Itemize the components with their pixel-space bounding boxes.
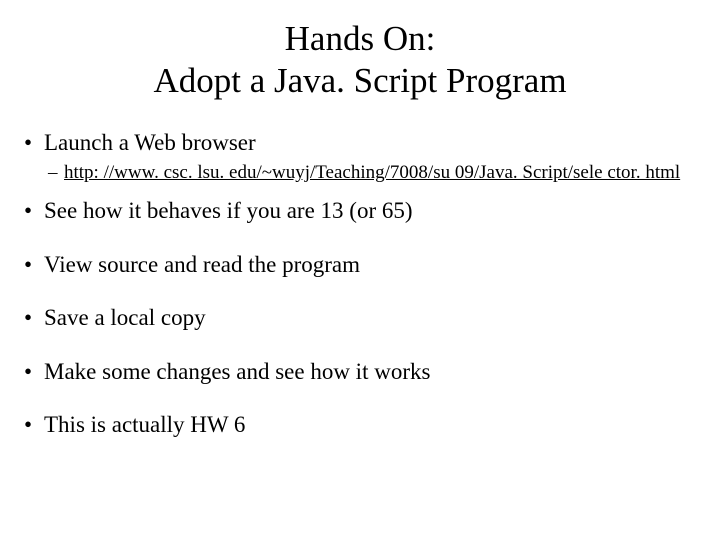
- bullet-text: Save a local copy: [44, 305, 206, 330]
- bullet-text: Launch a Web browser: [44, 130, 256, 155]
- title-line-1: Hands On:: [285, 19, 436, 58]
- bullet-make-changes: Make some changes and see how it works: [24, 359, 700, 385]
- bullet-text: View source and read the program: [44, 252, 360, 277]
- sub-bullet-url: http: //www. csc. lsu. edu/~wuyj/Teachin…: [48, 162, 700, 184]
- bullet-behaves: See how it behaves if you are 13 (or 65): [24, 198, 700, 224]
- bullet-text: Make some changes and see how it works: [44, 359, 430, 384]
- bullet-hw6: This is actually HW 6: [24, 412, 700, 438]
- bullet-text: See how it behaves if you are 13 (or 65): [44, 198, 413, 223]
- sub-list-wrapper: http: //www. csc. lsu. edu/~wuyj/Teachin…: [24, 162, 700, 184]
- slide: Hands On: Adopt a Java. Script Program L…: [0, 0, 720, 540]
- bullet-view-source: View source and read the program: [24, 252, 700, 278]
- bullet-launch-browser: Launch a Web browser: [24, 130, 700, 156]
- sub-bullet-list: http: //www. csc. lsu. edu/~wuyj/Teachin…: [24, 162, 700, 184]
- bullet-save-copy: Save a local copy: [24, 305, 700, 331]
- slide-title: Hands On: Adopt a Java. Script Program: [20, 18, 700, 102]
- url-link[interactable]: http: //www. csc. lsu. edu/~wuyj/Teachin…: [64, 162, 680, 183]
- title-line-2: Adopt a Java. Script Program: [153, 61, 566, 100]
- bullet-text: This is actually HW 6: [44, 412, 245, 437]
- bullet-list: Launch a Web browser http: //www. csc. l…: [20, 130, 700, 438]
